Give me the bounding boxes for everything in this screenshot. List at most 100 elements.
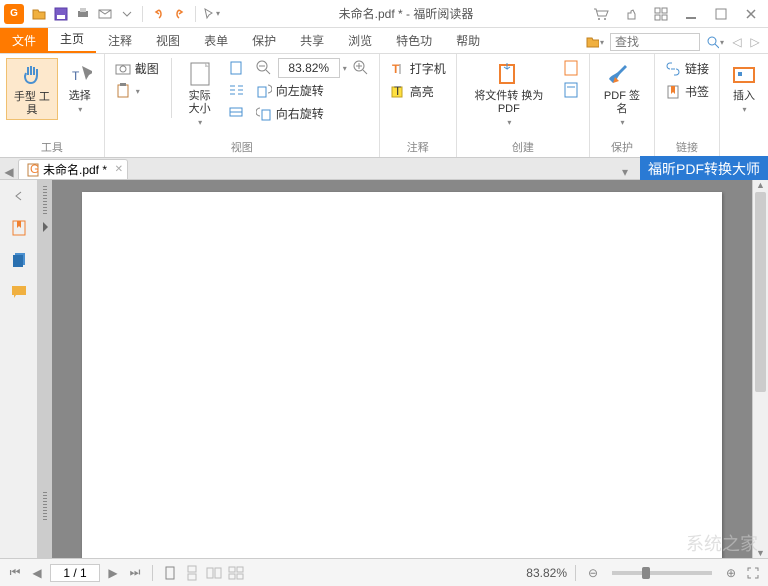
print-icon[interactable] (74, 5, 92, 23)
minimize-icon[interactable] (682, 5, 700, 23)
group-annot-label: 注释 (386, 137, 450, 155)
reflow-button[interactable] (224, 80, 248, 100)
clipboard-icon (115, 83, 131, 99)
tab-close-icon[interactable]: ✕ (115, 164, 123, 175)
svg-text:T: T (392, 62, 400, 76)
single-page-icon[interactable] (161, 564, 179, 582)
link-button[interactable]: 链接 (661, 58, 713, 79)
hand-tool-button[interactable]: 手型 工具 (6, 58, 58, 120)
grid-icon[interactable] (652, 5, 670, 23)
continuous-icon[interactable] (183, 564, 201, 582)
close-icon[interactable] (742, 5, 760, 23)
group-insert-label (726, 153, 762, 155)
fit-page-button[interactable] (224, 58, 248, 78)
fit-actual-button[interactable]: 实际 大小 ▾ (179, 58, 219, 129)
tab-protect[interactable]: 保护 (240, 28, 288, 53)
save-icon[interactable] (52, 5, 70, 23)
thumbs-icon[interactable] (622, 5, 640, 23)
blank-page-icon (563, 60, 579, 76)
rotate-right-button[interactable]: 向右旋转 (252, 103, 373, 124)
svg-text:T: T (394, 85, 402, 98)
clipboard-button[interactable]: ▾ (111, 81, 163, 101)
maximize-icon[interactable] (712, 5, 730, 23)
rotate-left-button[interactable]: 向左旋转 (252, 80, 373, 101)
title-bar: G ▾ 未命名.pdf * - 福昕阅读器 (0, 0, 768, 28)
cart-icon[interactable] (592, 5, 610, 23)
blank-pdf-button[interactable] (559, 58, 583, 78)
fit-width-button[interactable] (224, 102, 248, 122)
zoom-out-button[interactable] (252, 58, 276, 78)
highlight-icon: T (390, 84, 406, 100)
svg-text:G: G (30, 163, 39, 176)
fit-label: 实际 大小 (183, 90, 215, 116)
zoom-out-status-icon[interactable]: ⊖ (584, 564, 602, 582)
comments-panel-icon[interactable] (9, 282, 29, 302)
tab-dropdown[interactable]: ▾ (622, 165, 628, 179)
prev-page-icon[interactable]: ◀ (28, 564, 46, 582)
next-page-icon[interactable]: ▶ (104, 564, 122, 582)
email-icon[interactable] (96, 5, 114, 23)
zoom-in-button[interactable] (349, 58, 373, 78)
qat-dropdown-icon[interactable] (118, 5, 136, 23)
tab-share[interactable]: 共享 (288, 28, 336, 53)
folder-search-icon[interactable]: ▾ (586, 33, 604, 51)
redo-icon[interactable] (171, 5, 189, 23)
scrollbar-thumb[interactable] (755, 192, 766, 392)
tab-help[interactable]: 帮助 (444, 28, 492, 53)
panel-collapse-icon[interactable] (9, 186, 29, 206)
undo-icon[interactable] (149, 5, 167, 23)
insert-button[interactable]: 插入 ▾ (726, 58, 762, 116)
pages-panel-icon[interactable] (9, 250, 29, 270)
highlight-button[interactable]: T高亮 (386, 81, 450, 102)
menu-tabs: 文件 主页 注释 视图 表单 保护 共享 浏览 特色功 帮助 ▾ ▾ ◁ ▷ (0, 28, 768, 54)
typewriter-label: 打字机 (410, 60, 446, 77)
tab-file[interactable]: 文件 (0, 28, 48, 53)
snapshot-button[interactable]: 截图 (111, 58, 163, 79)
bookmarks-panel-icon[interactable] (9, 218, 29, 238)
prev-search-icon[interactable]: ◁ (730, 35, 744, 49)
open-icon[interactable] (30, 5, 48, 23)
page-icon (186, 60, 214, 88)
bookmark-button[interactable]: 书签 (661, 81, 713, 102)
first-page-icon[interactable]: ⏮ (6, 564, 24, 582)
zoom-in-status-icon[interactable]: ⊕ (722, 564, 740, 582)
document-tab[interactable]: G 未命名.pdf * ✕ (18, 159, 128, 179)
document-tab-label: 未命名.pdf * (43, 161, 107, 178)
vertical-scrollbar[interactable]: ▲ ▼ (752, 180, 768, 558)
status-bar: ⏮ ◀ ▶ ⏭ 83.82% ⊖ ⊕ (0, 558, 768, 586)
fullscreen-icon[interactable] (744, 564, 762, 582)
link-icon (665, 61, 681, 77)
page-viewport[interactable] (52, 180, 752, 558)
typewriter-button[interactable]: T 打字机 (386, 58, 450, 79)
zoom-value[interactable]: 83.82% (278, 58, 340, 78)
panel-splitter[interactable] (38, 180, 52, 558)
tab-browse[interactable]: 浏览 (336, 28, 384, 53)
sign-button[interactable]: PDF 签名 ▾ (596, 58, 648, 129)
select-label: 选择 (69, 90, 91, 103)
from-clipboard-button[interactable] (559, 80, 583, 100)
tab-form[interactable]: 表单 (192, 28, 240, 53)
zoom-slider[interactable] (612, 571, 712, 575)
group-tools-label: 工具 (6, 137, 98, 155)
page-number-input[interactable] (50, 564, 100, 582)
zoom-dropdown[interactable]: ▾ (343, 64, 347, 73)
next-search-icon[interactable]: ▷ (748, 35, 762, 49)
convert-button[interactable]: 将文件转 换为PDF ▾ (463, 58, 555, 129)
bookmark-icon (665, 84, 681, 100)
last-page-icon[interactable]: ⏭ (126, 564, 144, 582)
clipboard-pdf-icon (563, 82, 579, 98)
zoom-slider-handle[interactable] (642, 567, 650, 579)
cursor-icon[interactable]: ▾ (202, 5, 220, 23)
facing-icon[interactable] (205, 564, 223, 582)
tab-home[interactable]: 主页 (48, 26, 96, 53)
search-input[interactable] (610, 33, 700, 51)
rotate-left-icon (256, 83, 272, 99)
tab-prev-icon[interactable]: ◀ (0, 165, 18, 179)
tab-view[interactable]: 视图 (144, 28, 192, 53)
tab-feature[interactable]: 特色功 (384, 28, 444, 53)
search-icon[interactable]: ▾ (706, 33, 724, 51)
select-button[interactable]: T 选择 ▾ (62, 58, 98, 116)
continuous-facing-icon[interactable] (227, 564, 245, 582)
tab-comment[interactable]: 注释 (96, 28, 144, 53)
promo-banner[interactable]: 福昕PDF转换大师 (640, 156, 768, 182)
